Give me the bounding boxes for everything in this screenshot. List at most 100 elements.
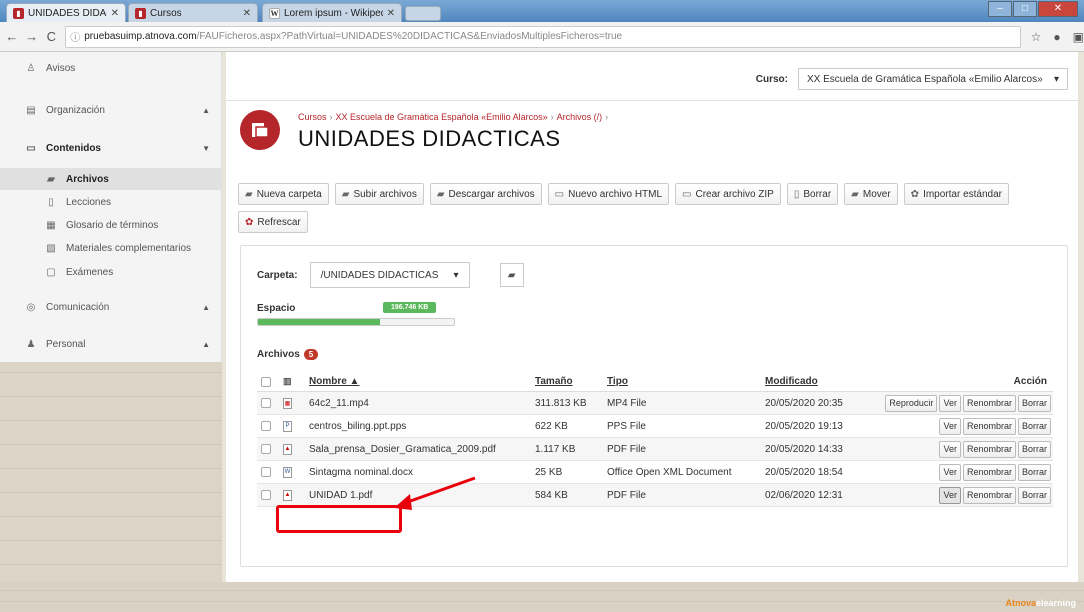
borrar-button[interactable]: Borrar (1017, 394, 1051, 412)
sidebar-item-organizacion[interactable]: ▤ Organización ▲ (0, 100, 222, 120)
refresh-icon: ✿ (245, 216, 254, 228)
import-standard-button[interactable]: ✿ Importar estándar (903, 183, 1009, 205)
atnova-icon: ▮ (135, 7, 146, 19)
close-window-button[interactable]: ✕ (1038, 1, 1078, 17)
table-row[interactable]: W Sintagma nominal.docx 25 KB Office Open X… (257, 461, 1053, 484)
download-files-button[interactable]: ▰ Descargar archivos (429, 183, 542, 205)
table-row[interactable]: Pcentros_biling.ppt.pps 622 KB PPS File 20/… (257, 415, 1053, 438)
sidebar: ♙ Avisos ▤ Organización ▲ ▭ Contenidos ▼… (0, 52, 222, 612)
file-name[interactable]: centros_biling.ppt.pps (309, 421, 406, 432)
file-name[interactable]: UNIDAD 1.pdf (309, 490, 372, 501)
go-folder-button[interactable]: ▰ (499, 263, 524, 287)
file-icon: ▯ (48, 196, 54, 208)
course-select[interactable]: XX Escuela de Gramática Española «Emilio… (798, 68, 1068, 90)
forward-arrow-icon[interactable]: → (24, 29, 40, 44)
files-table: ▥ Nombre ▲ Tamaño Tipo Modificado Acción… (257, 372, 1053, 507)
zip-icon: ▭ (682, 188, 692, 200)
create-zip-button[interactable]: ▭ Crear archivo ZIP (675, 183, 781, 205)
file-size: 1.117 KB (535, 443, 576, 455)
row-checkbox[interactable] (261, 398, 271, 408)
file-name[interactable]: Sala_prensa_Dosier_Gramatica_2009.pdf (309, 444, 496, 455)
sidebar-item-materiales[interactable]: ▧ Materiales complementarios (0, 238, 222, 258)
column-name[interactable]: Nombre ▲ (309, 376, 359, 387)
browser-tab-active[interactable]: ▮ UNIDADES DIDACTICAS ✕ (6, 3, 126, 22)
annotation-highlight-box (276, 505, 402, 533)
sidebar-item-avisos[interactable]: ♙ Avisos (0, 58, 222, 78)
ver-button[interactable]: Ver (939, 394, 961, 412)
renombrar-button[interactable]: Renombrar (962, 394, 1016, 412)
extension-icon-2[interactable]: ▣ (1073, 30, 1084, 44)
url-field[interactable]: ⓘ pruebasuimp.atnova.com/FAUFicheros.asp… (65, 25, 1021, 48)
browser-titlebar: ▮ UNIDADES DIDACTICAS ✕ ▮ Cursos ✕ W Lor… (0, 0, 1084, 22)
ver-button[interactable]: Ver (939, 440, 961, 458)
borrar-button[interactable]: Borrar (1017, 486, 1051, 504)
delete-button[interactable]: ▯ Borrar (786, 183, 839, 205)
file-toolbar: ▰ Nueva carpeta ▰ Subir archivos ▰ Descarga… (238, 183, 1068, 233)
renombrar-button[interactable]: Renombrar (962, 463, 1016, 481)
sidebar-item-examenes[interactable]: ▢ Exámenes (0, 262, 222, 282)
user-icon: ♟ (26, 338, 36, 350)
main-content: Curso: XX Escuela de Gramática Española … (226, 52, 1078, 582)
renombrar-button[interactable]: Renombrar (962, 417, 1016, 435)
dropdown-arrow-icon: ▾ (1053, 73, 1059, 85)
close-tab-icon[interactable]: ✕ (243, 8, 251, 19)
close-tab-icon[interactable]: ✕ (387, 8, 395, 19)
close-tab-icon[interactable]: ✕ (111, 8, 119, 19)
borrar-button[interactable]: Borrar (1017, 463, 1051, 481)
sidebar-item-contenidos[interactable]: ▭ Contenidos ▼ (0, 138, 222, 158)
minimize-button[interactable]: – (988, 1, 1012, 17)
ver-button[interactable]: Ver (939, 486, 961, 504)
sidebar-item-personal[interactable]: ♟ Personal ▲ (0, 334, 222, 354)
renombrar-button[interactable]: Renombrar (962, 440, 1016, 458)
brand-footer: Atnovaelearning (1005, 598, 1076, 608)
sidebar-item-glosario[interactable]: ▦ Glosario de términos (0, 215, 222, 235)
file-modified: 20/05/2020 14:33 (765, 443, 843, 455)
breadcrumb-course[interactable]: XX Escuela de Gramática Española «Emilio… (336, 112, 548, 122)
sidebar-item-lecciones[interactable]: ▯ Lecciones (0, 192, 222, 212)
row-checkbox[interactable] (261, 421, 271, 431)
file-name[interactable]: 64c2_11.mp4 (309, 398, 369, 409)
borrar-button[interactable]: Borrar (1017, 440, 1051, 458)
maximize-button[interactable]: □ (1013, 1, 1037, 17)
back-arrow-icon[interactable]: ← (4, 29, 20, 44)
chevron-up-icon: ▲ (202, 302, 210, 312)
folder-select[interactable]: /UNIDADES DIDACTICAS ▾ (309, 262, 470, 288)
ver-button[interactable]: Ver (939, 417, 961, 435)
import-icon: ✿ (910, 188, 920, 200)
new-tab-button[interactable] (405, 6, 441, 21)
background-wall-bottom (0, 582, 1084, 612)
new-html-file-button[interactable]: ▭ Nuevo archivo HTML (547, 183, 670, 205)
browser-tab-wikipedia[interactable]: W Lorem ipsum - Wikipedia ✕ (262, 3, 402, 22)
extension-icon[interactable]: ● (1053, 30, 1060, 44)
breadcrumb: Cursos › XX Escuela de Gramática Española … (298, 112, 609, 122)
background-wall-texture (0, 362, 222, 612)
video-file-icon: ▦ (283, 397, 292, 409)
column-type[interactable]: Tipo (607, 376, 628, 387)
bookmark-star-icon[interactable]: ☆ (1031, 30, 1042, 44)
column-modified[interactable]: Modificado (765, 376, 818, 387)
borrar-button[interactable]: Borrar (1017, 417, 1051, 435)
move-button[interactable]: ▰ Mover (844, 183, 898, 205)
column-size[interactable]: Tamaño (535, 376, 573, 387)
table-row[interactable]: ▲ Sala_prensa_Dosier_Gramatica_2009.pdf 1.… (257, 438, 1053, 461)
renombrar-button[interactable]: Renombrar (962, 486, 1016, 504)
new-folder-button[interactable]: ▰ Nueva carpeta (238, 183, 329, 205)
table-row[interactable]: ▲ UNIDAD 1.pdf 584 KB PDF File 02/06/2020 12… (257, 484, 1053, 507)
row-checkbox[interactable] (261, 444, 271, 454)
upload-files-button[interactable]: ▰ Subir archivos (334, 183, 424, 205)
refresh-button[interactable]: ✿ Refrescar (238, 211, 308, 233)
select-all-checkbox[interactable] (261, 376, 271, 387)
breadcrumb-archivos[interactable]: Archivos (/) (557, 112, 603, 122)
browser-tab-cursos[interactable]: ▮ Cursos ✕ (128, 3, 258, 22)
pdf-file-icon: ▲ (283, 489, 292, 501)
reproducir-button[interactable]: Reproducir (885, 394, 938, 412)
sidebar-item-comunicacion[interactable]: ◎ Comunicación ▲ (0, 297, 222, 317)
table-row[interactable]: ▦ 64c2_11.mp4 311.813 KB MP4 File 20/05/2020… (257, 392, 1053, 415)
space-progress-bar (257, 318, 455, 326)
row-checkbox[interactable] (261, 467, 271, 477)
row-checkbox[interactable] (261, 490, 271, 500)
sidebar-item-archivos[interactable]: ▰ Archivos (0, 168, 222, 190)
breadcrumb-cursos[interactable]: Cursos (298, 112, 327, 122)
ver-button[interactable]: Ver (939, 463, 961, 481)
reload-icon[interactable]: C (44, 29, 60, 44)
